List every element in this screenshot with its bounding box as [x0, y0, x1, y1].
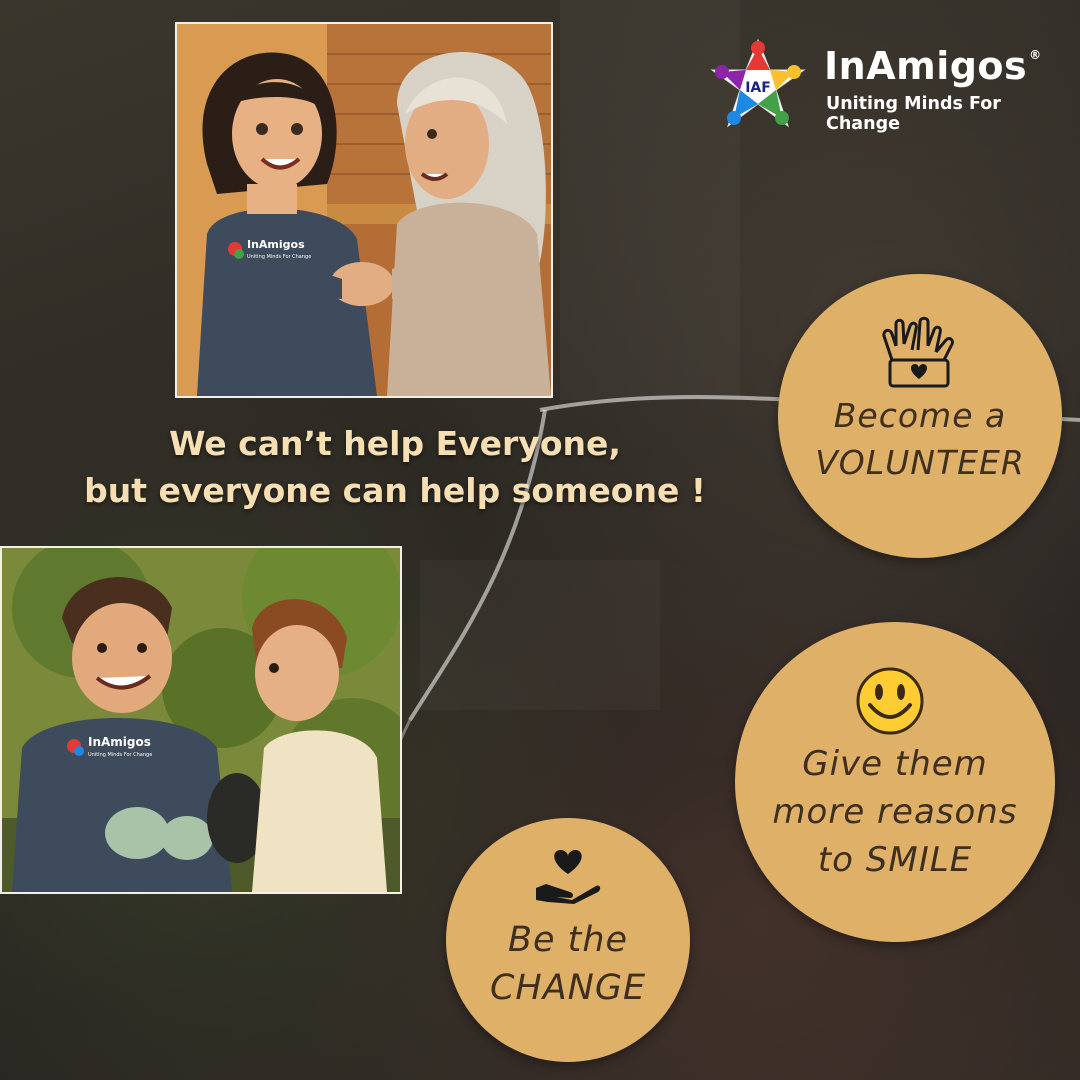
callout-change-text: Be the CHANGE: [489, 920, 647, 1008]
registered-mark: ®: [1029, 48, 1042, 62]
svg-text:Uniting Minds For Change: Uniting Minds For Change: [88, 752, 152, 758]
quote-text: We can’t help Everyone, but everyone can…: [0, 420, 790, 514]
callout-volunteer-text: Become a VOLUNTEER: [815, 396, 1025, 482]
quote-line-1: We can’t help Everyone,: [169, 424, 621, 463]
poster-canvas: IAF InAmigos® Uniting Minds For Change: [0, 0, 1080, 1080]
illustration-volunteer-boy: InAmigos Uniting Minds For Change: [0, 546, 402, 894]
brand-logo: IAF InAmigos ® Uniting Minds For Change: [706, 38, 1056, 134]
svg-text:IAF: IAF: [745, 80, 771, 96]
inamigos-star-icon: IAF: [710, 38, 806, 128]
brand-tagline: Uniting Minds For Change: [826, 94, 1001, 134]
smiley-face-icon: [856, 667, 924, 735]
callout-volunteer: Become a VOLUNTEER: [778, 274, 1062, 558]
raised-hands-heart-icon: [882, 316, 954, 388]
callout-smile: Give them more reasons to SMILE: [735, 622, 1055, 942]
callout-smile-text: Give them more reasons to SMILE: [772, 744, 1018, 880]
brand-name: InAmigos ®: [824, 44, 1042, 88]
svg-text:InAmigos: InAmigos: [247, 238, 305, 251]
quote-line-2: but everyone can help someone !: [84, 471, 706, 510]
svg-text:Uniting Minds For Change: Uniting Minds For Change: [247, 254, 311, 260]
hand-holding-heart-icon: [536, 850, 601, 904]
svg-text:InAmigos: InAmigos: [88, 735, 151, 749]
callout-change: Be the CHANGE: [446, 818, 690, 1062]
illustration-volunteer-elder: InAmigos Uniting Minds For Change: [175, 22, 553, 398]
